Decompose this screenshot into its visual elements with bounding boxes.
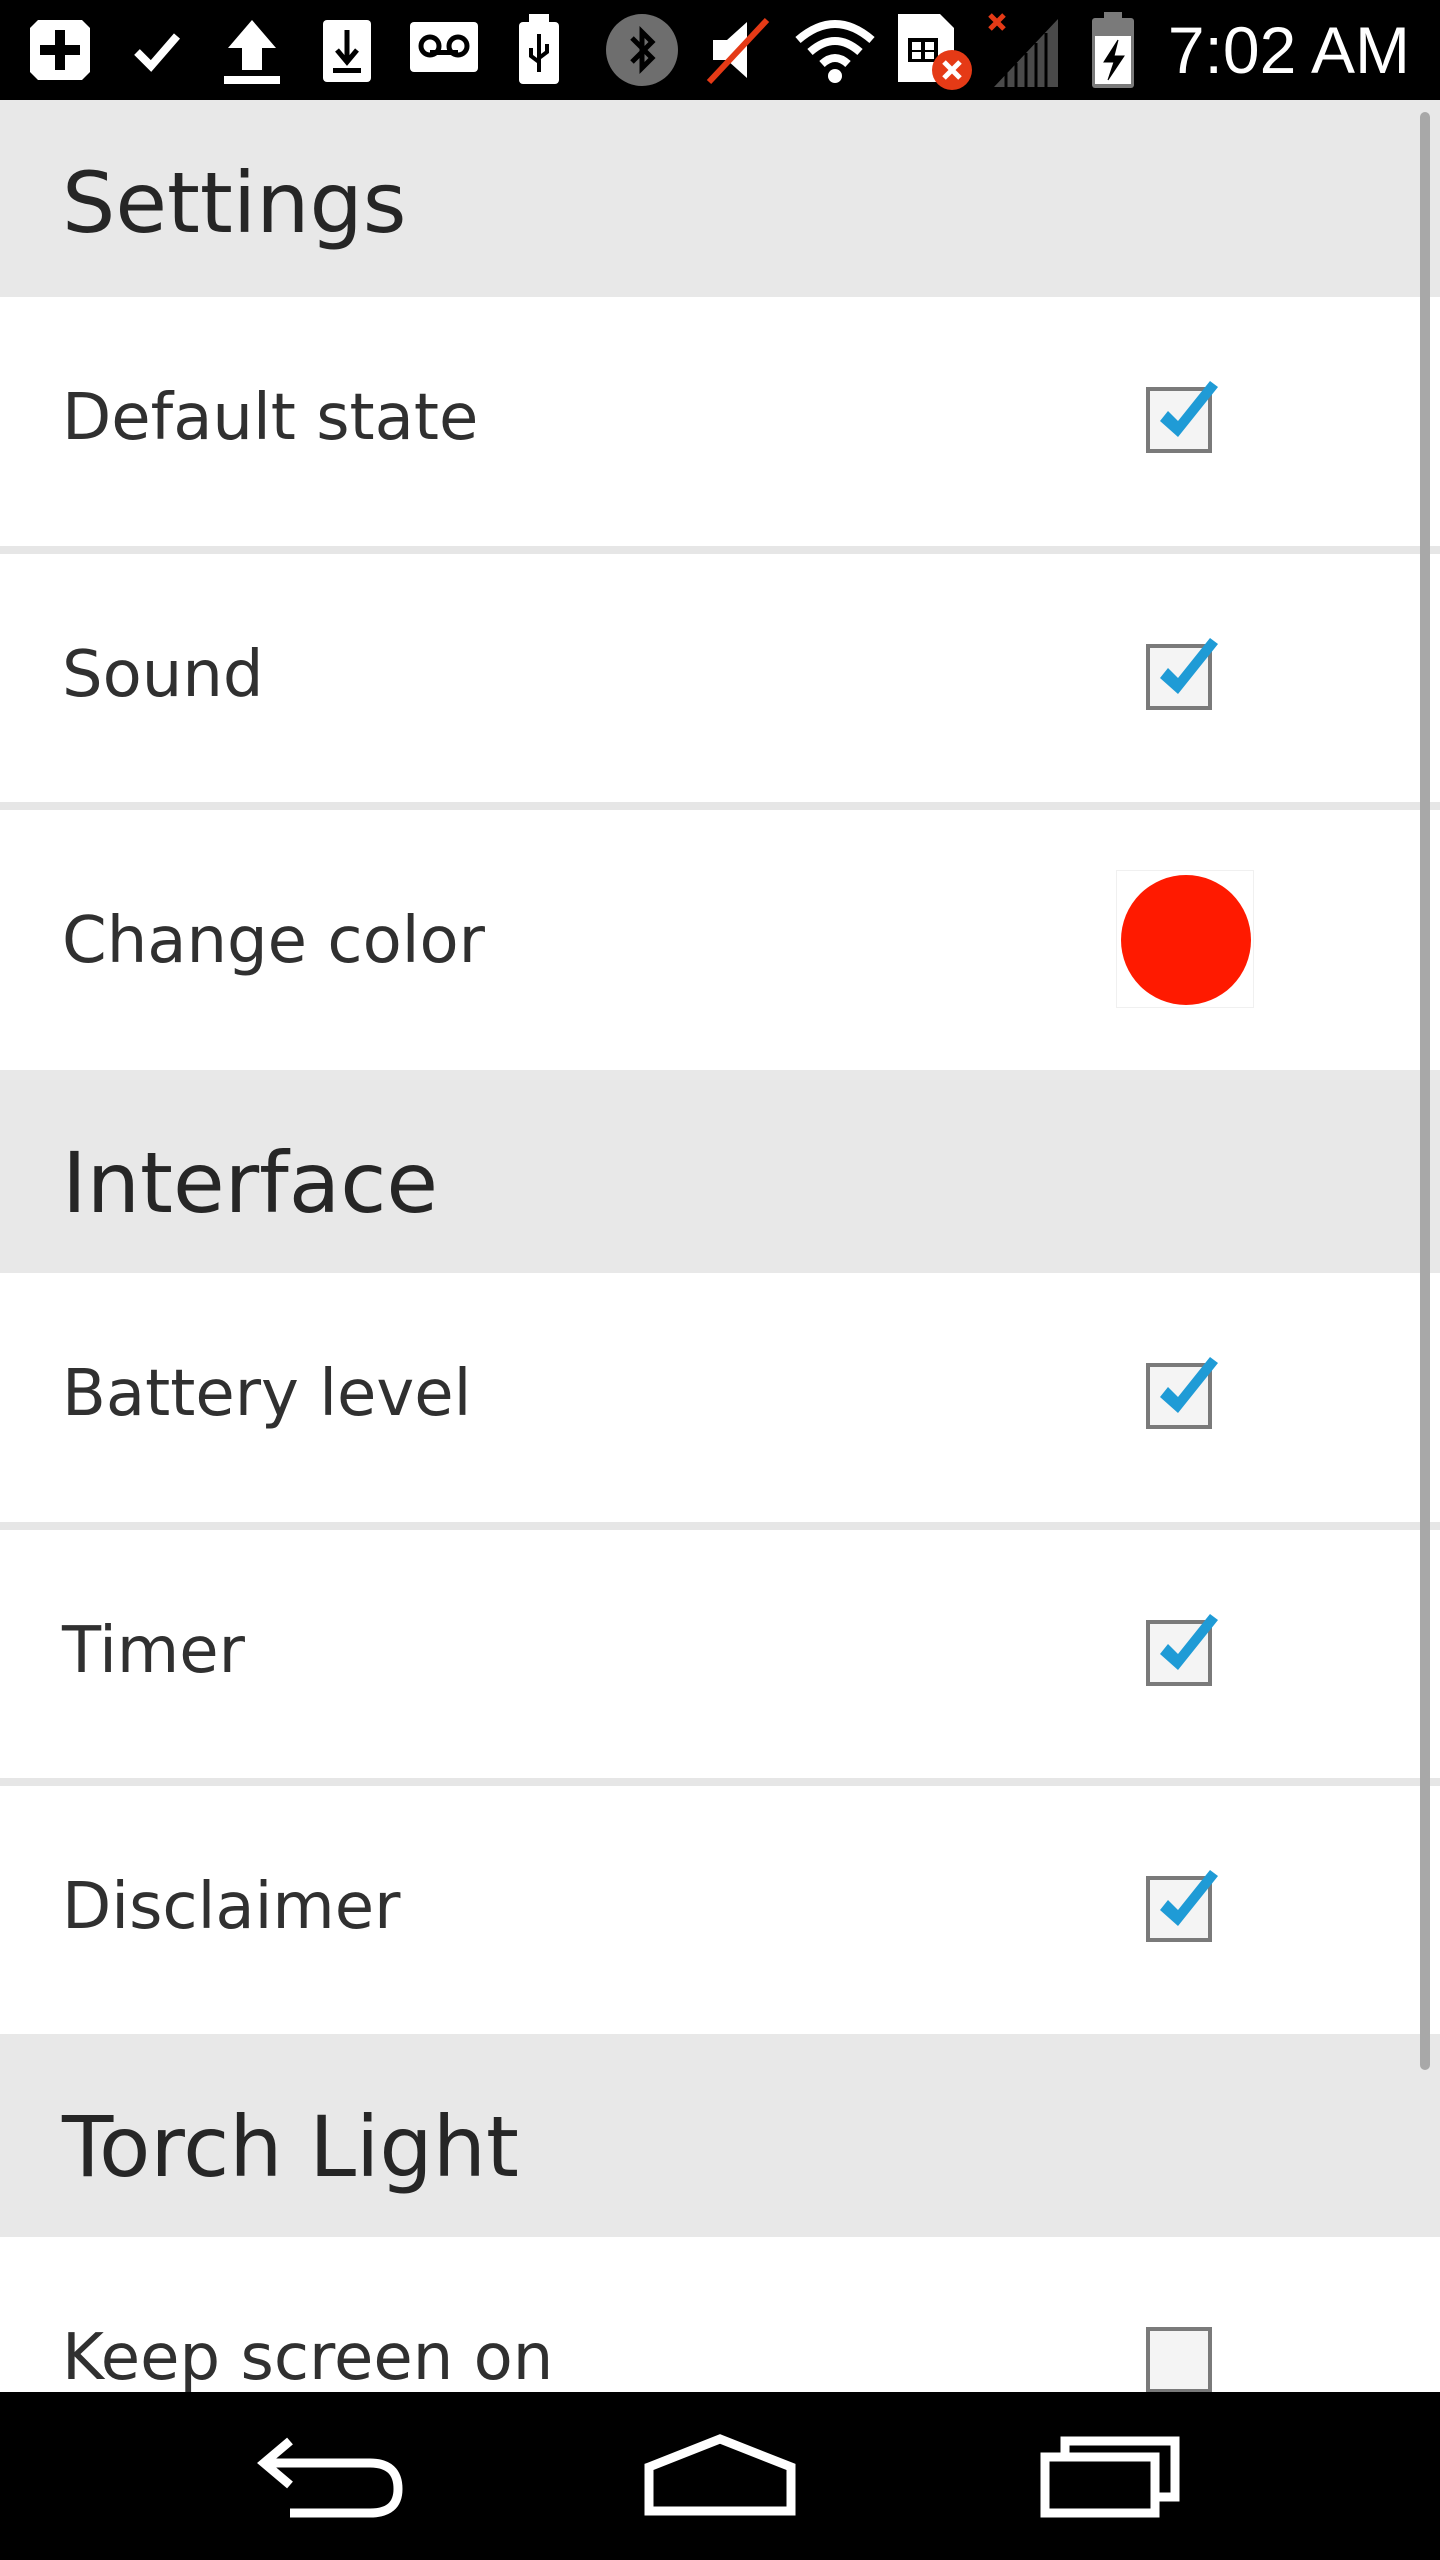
navigation-bar [0, 2392, 1440, 2560]
setting-change-color[interactable]: Change color [0, 810, 1440, 1070]
setting-battery-level[interactable]: Battery level [0, 1273, 1440, 1522]
sim-error-icon [894, 14, 974, 90]
setting-label: Default state [62, 381, 479, 455]
checkmark-icon [1160, 1614, 1218, 1670]
setting-label: Disclaimer [62, 1870, 401, 1944]
wifi-icon [790, 14, 880, 86]
usb-icon [508, 14, 570, 86]
color-preview [1121, 875, 1251, 1005]
section-title: Settings [62, 154, 407, 252]
color-swatch[interactable] [1116, 870, 1254, 1008]
recents-icon[interactable] [1020, 2416, 1200, 2536]
section-header-torch-light: Torch Light [0, 2034, 1440, 2237]
divider [0, 1522, 1440, 1530]
section-title: Interface [62, 1134, 439, 1232]
setting-label: Battery level [62, 1357, 472, 1431]
check-icon [122, 14, 192, 86]
signal-icon [984, 13, 1066, 87]
section-header-interface: Interface [0, 1070, 1440, 1273]
divider [0, 802, 1440, 810]
keep-screen-on-checkbox[interactable] [1146, 2327, 1212, 2392]
checkmark-icon [1160, 381, 1218, 437]
setting-label: Change color [62, 904, 485, 978]
scrollbar[interactable] [1420, 112, 1430, 2070]
bluetooth-icon [600, 14, 684, 86]
setting-disclaimer[interactable]: Disclaimer [0, 1786, 1440, 2034]
divider [0, 546, 1440, 554]
timer-checkbox[interactable] [1146, 1614, 1218, 1686]
setting-keep-screen-on[interactable]: Keep screen on [0, 2237, 1440, 2392]
setting-label: Timer [62, 1614, 245, 1688]
home-icon[interactable] [630, 2416, 810, 2536]
section-title: Torch Light [62, 2098, 519, 2196]
back-icon[interactable] [240, 2416, 420, 2536]
checkmark-icon [1160, 1870, 1218, 1926]
divider [0, 1778, 1440, 1786]
checkmark-icon [1160, 1357, 1218, 1413]
sound-checkbox[interactable] [1146, 638, 1218, 710]
status-bar: 7:02 AM [0, 0, 1440, 100]
clock: 7:02 AM [1167, 13, 1410, 87]
battery-level-checkbox[interactable] [1146, 1357, 1218, 1429]
section-header-settings: Settings [0, 100, 1440, 297]
setting-sound[interactable]: Sound [0, 554, 1440, 802]
setting-label: Keep screen on [62, 2321, 554, 2392]
setting-timer[interactable]: Timer [0, 1530, 1440, 1778]
add-box-icon [20, 14, 100, 86]
disclaimer-checkbox[interactable] [1146, 1870, 1218, 1942]
voicemail-icon [406, 14, 482, 86]
battery-charging-icon [1084, 12, 1142, 88]
muted-icon [700, 14, 776, 86]
checkmark-icon [1160, 638, 1218, 694]
download-icon [314, 14, 380, 86]
setting-label: Sound [62, 638, 264, 712]
setting-default-state[interactable]: Default state [0, 297, 1440, 546]
default-state-checkbox[interactable] [1146, 381, 1218, 453]
upload-icon [212, 14, 292, 86]
settings-list[interactable]: Settings Default state Sound Change colo… [0, 100, 1440, 2392]
